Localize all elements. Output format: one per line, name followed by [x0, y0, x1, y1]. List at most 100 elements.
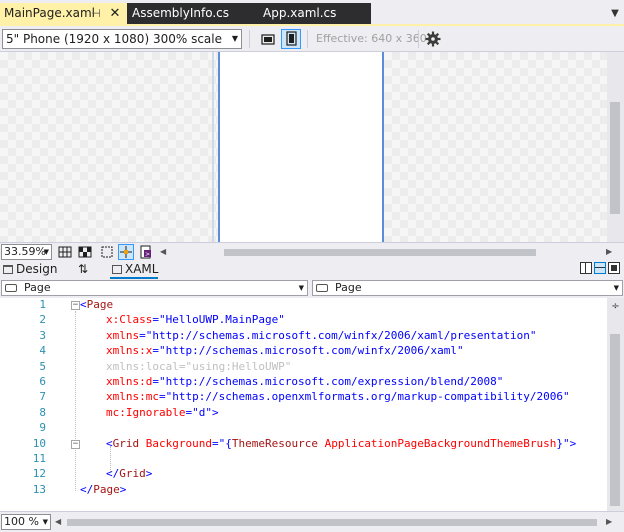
- code-line-7: xmlns:mc="http://schemas.openxmlformats.…: [106, 390, 570, 404]
- snap-icon: [101, 246, 113, 258]
- tab-xaml-label: XAML: [125, 262, 159, 276]
- line-number: 8: [39, 405, 46, 419]
- line-number: 1: [39, 298, 46, 311]
- split-editor-icon[interactable]: ÷: [608, 300, 623, 314]
- line-number: 3: [39, 328, 46, 342]
- snap-snaplines-button[interactable]: [118, 244, 134, 260]
- project-code-icon: >: [140, 245, 151, 259]
- code-line-8: mc:Ignorable="d">: [106, 405, 219, 419]
- line-number: 5: [39, 359, 46, 373]
- tab-assemblyinfo-cs[interactable]: AssemblyInfo.cs: [127, 3, 255, 24]
- grid-toggle-button[interactable]: [57, 244, 73, 260]
- chevron-down-icon: ▼: [231, 34, 238, 43]
- line-number: 9: [39, 421, 46, 435]
- snap-gridlines-button[interactable]: [99, 244, 115, 260]
- tab-app-xaml-cs[interactable]: App.xaml.cs: [255, 3, 371, 24]
- project-code-button[interactable]: >: [138, 244, 154, 260]
- member-scope-select[interactable]: Page ▼: [312, 280, 623, 296]
- tab-label: AssemblyInfo.cs: [132, 6, 230, 20]
- pin-icon[interactable]: ⊣: [89, 3, 103, 24]
- scroll-right-icon[interactable]: ▶: [606, 514, 614, 530]
- tab-label: App.xaml.cs: [263, 6, 337, 20]
- line-number: 6: [39, 375, 46, 388]
- editor-horizontal-scrollbar[interactable]: [55, 516, 605, 528]
- gear-icon: [425, 31, 441, 47]
- member-scope-value: Page: [335, 281, 362, 294]
- grid-icon: [58, 246, 72, 258]
- line-number: 2: [39, 313, 46, 327]
- toolbar-separator: [307, 30, 308, 48]
- xaml-view-icon: [112, 265, 122, 274]
- tab-design[interactable]: Design: [3, 261, 57, 278]
- chevron-down-icon: ▼: [298, 284, 304, 292]
- close-icon[interactable]: ✕: [108, 3, 122, 24]
- chevron-down-icon: ▼: [613, 284, 619, 292]
- element-scope-value: Page: [24, 281, 51, 294]
- scrollbar-thumb[interactable]: [224, 249, 536, 256]
- design-vertical-scrollbar[interactable]: [607, 52, 624, 242]
- zoom-value: 100 %: [4, 515, 39, 528]
- toolbar-separator: [249, 30, 250, 48]
- collapse-icon[interactable]: −: [71, 301, 80, 310]
- line-number: 10: [32, 436, 46, 450]
- chevron-down-icon: ▼: [42, 518, 48, 526]
- scrollbar-thumb[interactable]: [67, 519, 597, 526]
- element-scope-select[interactable]: Page ▼: [1, 280, 308, 296]
- design-view-icon: [3, 265, 13, 274]
- device-preview-select[interactable]: 5" Phone (1920 x 1080) 300% scale ▼: [2, 29, 242, 49]
- tab-mainpage-xaml[interactable]: MainPage.xaml ⊣ ✕: [0, 3, 127, 24]
- code-line-5: xmlns:local="using:HelloUWP": [106, 359, 292, 373]
- editor-bottom-bar: 100 % ▼ ◀ ▶: [0, 511, 624, 532]
- document-tab-bar: MainPage.xaml ⊣ ✕ AssemblyInfo.cs App.xa…: [0, 0, 624, 24]
- landscape-icon: [261, 34, 275, 45]
- code-line-1: <Page: [80, 298, 114, 311]
- scroll-right-icon[interactable]: ▶: [606, 244, 614, 260]
- xaml-scope-bar: Page ▼ Page ▼: [0, 279, 624, 298]
- tab-label: MainPage.xaml: [4, 6, 95, 20]
- xaml-code-editor[interactable]: 1 2 3 4 5 6 7 8 9 10 11 12 13 − − <Page …: [0, 298, 607, 511]
- design-zoom-select[interactable]: 33.59% ▼: [1, 244, 52, 260]
- collapse-pane-button[interactable]: [608, 262, 620, 274]
- design-zoom-bar: 33.59% ▼ > ◀ ▶: [0, 242, 624, 260]
- checkerboard-icon: [78, 246, 92, 258]
- svg-text:>: >: [145, 251, 150, 258]
- line-number: 4: [39, 344, 46, 358]
- design-horizontal-scrollbar[interactable]: [168, 246, 604, 258]
- scrollbar-thumb[interactable]: [610, 334, 620, 506]
- checkerboard-toggle-button[interactable]: [77, 244, 93, 260]
- code-line-2: x:Class="HelloUWP.MainPage": [106, 313, 285, 327]
- code-line-10: <Grid Background="{ThemeResource Applica…: [106, 436, 577, 450]
- toolbar-separator: [418, 30, 419, 48]
- phone-page-preview[interactable]: [218, 52, 384, 242]
- line-number: 13: [32, 482, 46, 496]
- tab-overflow-dropdown[interactable]: ▼: [607, 3, 623, 24]
- element-icon: [5, 284, 17, 292]
- device-settings-button[interactable]: [423, 29, 443, 49]
- vertical-split-button[interactable]: [580, 262, 592, 274]
- portrait-icon: [286, 31, 297, 46]
- chevron-down-icon: ▼: [43, 248, 49, 256]
- landscape-button[interactable]: [258, 29, 278, 49]
- fold-guide: [75, 311, 77, 491]
- scroll-left-icon[interactable]: ◀: [160, 244, 168, 260]
- phone-frame-edge: [212, 52, 214, 242]
- scrollbar-thumb[interactable]: [610, 102, 620, 214]
- device-select-value: 5" Phone (1920 x 1080) 300% scale: [6, 32, 222, 46]
- editor-vertical-scrollbar[interactable]: ÷: [607, 298, 624, 511]
- code-line-6: xmlns:d="http://schemas.microsoft.com/ex…: [106, 375, 504, 388]
- line-number: 7: [39, 390, 46, 404]
- portrait-button[interactable]: [281, 29, 301, 49]
- view-tab-bar: Design ⇅ XAML: [0, 260, 624, 279]
- line-number: 12: [32, 467, 46, 481]
- horizontal-split-button[interactable]: [594, 262, 606, 274]
- line-number: 11: [32, 452, 46, 465]
- code-line-12: </Grid>: [106, 467, 153, 481]
- tab-xaml[interactable]: XAML: [112, 261, 158, 278]
- editor-zoom-select[interactable]: 100 % ▼: [1, 514, 51, 530]
- collapse-icon[interactable]: −: [71, 440, 80, 449]
- code-line-4: xmlns:x="http://schemas.microsoft.com/wi…: [106, 344, 464, 358]
- snaplines-icon: [120, 246, 132, 258]
- zoom-value: 33.59%: [4, 245, 46, 258]
- swap-panes-button[interactable]: ⇅: [78, 261, 88, 278]
- element-icon: [316, 284, 328, 292]
